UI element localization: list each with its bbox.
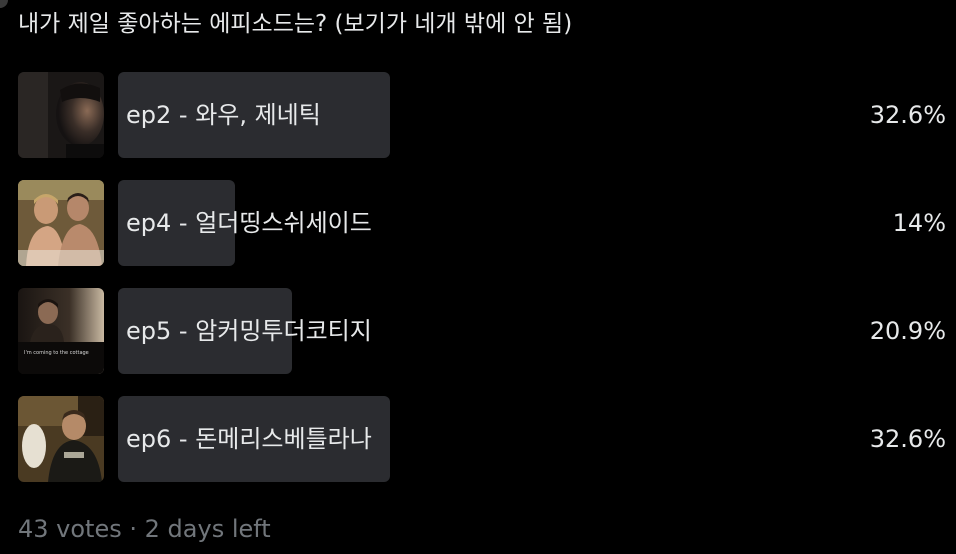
avatar	[0, 0, 8, 8]
option-label: ep6 - 돈메리스베틀라나	[126, 425, 372, 453]
option-percentage: 32.6%	[869, 101, 946, 129]
option-label: ep4 - 얼더띵스쉬세이드	[126, 209, 372, 237]
option-percentage: 32.6%	[869, 425, 946, 453]
poll-option[interactable]: ep2 - 와우, 제네틱 32.6%	[18, 72, 946, 158]
option-label: ep5 - 암커밍투더코티지	[126, 317, 372, 345]
option-percentage: 14%	[892, 209, 946, 237]
poll-option[interactable]: ep6 - 돈메리스베틀라나 32.6%	[18, 396, 946, 482]
poll-option[interactable]: ep4 - 얼더띵스쉬세이드 14%	[18, 180, 946, 266]
option-label: ep2 - 와우, 제네틱	[126, 101, 321, 129]
thumbnail-caption: I'm coming to the cottage	[24, 350, 89, 356]
poll-option[interactable]: I'm coming to the cottage ep5 - 암커밍투더코티지…	[18, 288, 946, 374]
poll-question: 내가 제일 좋아하는 에피소드는? (보기가 네개 밖에 안 됨)	[18, 11, 573, 37]
option-thumbnail-image: I'm coming to the cottage	[18, 288, 104, 374]
option-thumbnail-image	[18, 72, 104, 158]
option-percentage: 20.9%	[869, 317, 946, 345]
time-remaining: 2 days left	[144, 515, 271, 543]
option-thumbnail-image	[18, 180, 104, 266]
option-thumbnail-image	[18, 396, 104, 482]
vote-count: 43 votes	[18, 515, 122, 543]
separator-dot: ·	[129, 515, 138, 543]
poll-options: ep2 - 와우, 제네틱 32.6% ep4 - 얼더띵스쉬세이드 14% I…	[18, 72, 946, 504]
poll-footer: 43 votes · 2 days left	[18, 512, 271, 546]
